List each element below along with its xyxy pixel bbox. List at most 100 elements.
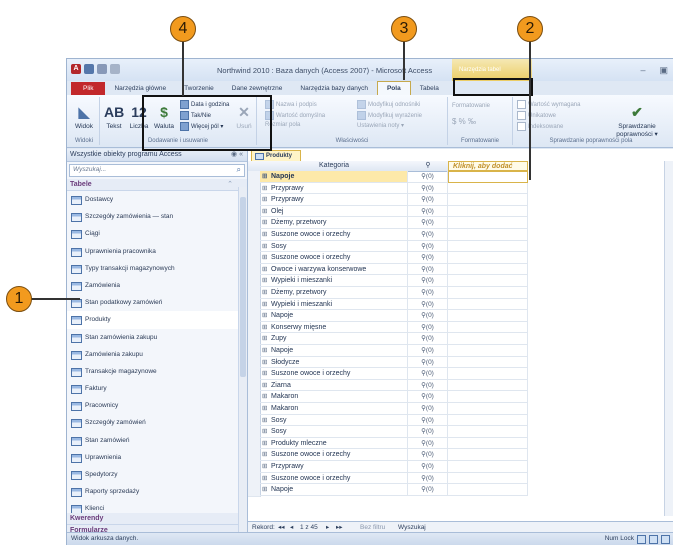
attachment-cell[interactable]: ⚲(0)	[408, 414, 448, 427]
table-row[interactable]: ⊞ Ziarna ⚲(0)	[248, 379, 673, 393]
unique-checkbox[interactable]: Unikatowe	[517, 111, 556, 120]
add-field-header[interactable]: Kliknij, aby dodać	[448, 161, 528, 171]
undo-icon[interactable]	[97, 64, 107, 74]
expand-plus-icon[interactable]: ⊞	[262, 461, 268, 472]
table-row[interactable]: ⊞ Przyprawy ⚲(0)	[248, 461, 673, 474]
table-row[interactable]: ⊞ Suszone owoce i orzechy ⚲(0)	[248, 368, 673, 381]
category-cell[interactable]: ⊞ Makaron	[260, 391, 408, 403]
category-cell[interactable]: ⊞ Dżemy, przetwory	[260, 287, 408, 299]
new-field-cell[interactable]	[448, 461, 528, 473]
table-row[interactable]: ⊞ Suszone owoce i orzechy ⚲(0)	[248, 472, 673, 486]
nav-item-table[interactable]: Uprawnienia pracownika	[67, 243, 247, 260]
expand-plus-icon[interactable]: ⊞	[262, 310, 268, 321]
new-field-cell[interactable]	[448, 298, 528, 311]
default-value-button[interactable]: Wartość domyślna	[265, 111, 325, 120]
category-cell[interactable]: ⊞ Olej	[260, 205, 408, 218]
category-cell[interactable]: ⊞ Napoje	[260, 484, 408, 496]
attachment-cell[interactable]: ⚲(0)	[408, 252, 448, 264]
table-row[interactable]: ⊞ Sosy ⚲(0)	[248, 240, 673, 254]
expand-plus-icon[interactable]: ⊞	[262, 345, 268, 356]
attachment-cell[interactable]: ⚲(0)	[408, 426, 448, 438]
new-field-cell[interactable]	[448, 229, 528, 241]
attachment-cell[interactable]: ⚲(0)	[408, 298, 448, 311]
expand-plus-icon[interactable]: ⊞	[262, 194, 268, 205]
expand-plus-icon[interactable]: ⊞	[262, 391, 268, 402]
nav-item-table[interactable]: Szczegóły zamówień	[67, 414, 247, 431]
access-app-icon[interactable]: A	[71, 64, 81, 74]
attachment-cell[interactable]: ⚲(0)	[408, 182, 448, 195]
expand-plus-icon[interactable]: ⊞	[262, 368, 268, 379]
tab-database-tools[interactable]: Narzędzia bazy danych	[291, 82, 377, 95]
redo-icon[interactable]	[110, 64, 120, 74]
save-icon[interactable]	[84, 64, 94, 74]
table-row[interactable]: ⊞ Makaron ⚲(0)	[248, 391, 673, 404]
new-field-cell[interactable]	[448, 414, 528, 427]
new-field-cell[interactable]	[448, 275, 528, 287]
expand-plus-icon[interactable]: ⊞	[262, 473, 268, 484]
modify-lookups-button[interactable]: Modyfikuj odnośniki	[357, 100, 420, 109]
category-cell[interactable]: ⊞ Przyprawy	[260, 461, 408, 473]
nav-item-table[interactable]: Transakcje magazynowe	[67, 363, 247, 380]
table-row[interactable]: ⊞ Dżemy, przetwory ⚲(0)	[248, 217, 673, 230]
nav-item-table[interactable]: Faktury	[67, 380, 247, 397]
attachment-cell[interactable]: ⚲(0)	[408, 356, 448, 369]
table-row[interactable]: ⊞ Napoje ⚲(0)	[248, 345, 673, 358]
category-cell[interactable]: ⊞ Wypieki i mieszanki	[260, 298, 408, 311]
attachment-cell[interactable]: ⚲(0)	[408, 368, 448, 380]
expand-plus-icon[interactable]: ⊞	[262, 217, 268, 228]
nav-item-table[interactable]: Stan zamówienia zakupu	[67, 329, 247, 346]
attachment-cell[interactable]: ⚲(0)	[408, 403, 448, 415]
nav-item-table[interactable]: Klienci	[67, 500, 247, 513]
nav-item-table[interactable]: Zamówienia	[67, 277, 247, 294]
memo-settings-button[interactable]: Ustawienia noty ▾	[357, 122, 404, 129]
category-cell[interactable]: ⊞ Napoje	[260, 345, 408, 357]
new-field-cell[interactable]	[448, 252, 528, 264]
attachment-cell[interactable]: ⚲(0)	[408, 321, 448, 334]
attachment-cell[interactable]: ⚲(0)	[408, 217, 448, 229]
expand-plus-icon[interactable]: ⊞	[262, 287, 268, 298]
table-row[interactable]: ⊞ Suszone owoce i orzechy ⚲(0)	[248, 449, 673, 462]
new-field-cell[interactable]	[448, 472, 528, 485]
category-cell[interactable]: ⊞ Sosy	[260, 414, 408, 427]
attachment-cell[interactable]: ⚲(0)	[408, 263, 448, 276]
expand-plus-icon[interactable]: ⊞	[262, 299, 268, 310]
attachment-cell[interactable]: ⚲(0)	[408, 484, 448, 496]
nav-scrollbar[interactable]	[238, 187, 247, 533]
modify-expression-button[interactable]: Modyfikuj wyrażenie	[357, 111, 422, 120]
expand-plus-icon[interactable]: ⊞	[262, 264, 268, 275]
nav-item-table[interactable]: Pracownicy	[67, 397, 247, 414]
new-field-cell[interactable]	[448, 379, 528, 392]
table-row[interactable]: ⊞ Olej ⚲(0)	[248, 205, 673, 219]
tab-file[interactable]: Plik	[71, 82, 106, 95]
category-cell[interactable]: ⊞ Suszone owoce i orzechy	[260, 472, 408, 485]
category-cell[interactable]: ⊞ Zupy	[260, 333, 408, 345]
nav-item-table[interactable]: Zamówienia zakupu	[67, 346, 247, 363]
new-field-cell[interactable]	[448, 182, 528, 195]
nav-item-table[interactable]: Ciągi	[67, 225, 247, 242]
tab-fields[interactable]: Pola	[376, 81, 411, 95]
category-cell[interactable]: ⊞ Dżemy, przetwory	[260, 217, 408, 229]
nav-section-tables[interactable]: Tabele ⌃	[67, 179, 247, 191]
nav-item-table[interactable]: Stan zamówień	[67, 432, 247, 449]
expand-plus-icon[interactable]: ⊞	[262, 415, 268, 426]
nav-item-table[interactable]: Produkty	[67, 311, 247, 329]
expand-plus-icon[interactable]: ⊞	[262, 241, 268, 252]
nav-item-table[interactable]: Spedytorzy	[67, 466, 247, 483]
category-cell[interactable]: ⊞ Sosy	[260, 240, 408, 253]
expand-plus-icon[interactable]: ⊞	[262, 275, 268, 286]
attachment-cell[interactable]: ⚲(0)	[408, 229, 448, 241]
table-row[interactable]: ⊞ Dżemy, przetwory ⚲(0)	[248, 287, 673, 300]
new-field-cell[interactable]	[448, 287, 528, 299]
table-row[interactable]: ⊞ Makaron ⚲(0)	[248, 403, 673, 416]
new-field-cell[interactable]	[448, 426, 528, 438]
attachment-cell[interactable]: ⚲(0)	[408, 310, 448, 322]
nav-item-table[interactable]: Raporty sprzedaży	[67, 483, 247, 500]
table-row[interactable]: ⊞ Suszone owoce i orzechy ⚲(0)	[248, 229, 673, 242]
category-cell[interactable]: ⊞ Przyprawy	[260, 194, 408, 206]
datasheet-scrollbar[interactable]	[664, 161, 673, 516]
attachment-cell[interactable]: ⚲(0)	[408, 287, 448, 299]
expand-plus-icon[interactable]: ⊞	[262, 183, 268, 194]
category-cell[interactable]: ⊞ Przyprawy	[260, 182, 408, 195]
new-field-cell[interactable]	[448, 171, 528, 183]
nav-search-input[interactable]: Wyszukaj... ⌕	[69, 164, 245, 177]
